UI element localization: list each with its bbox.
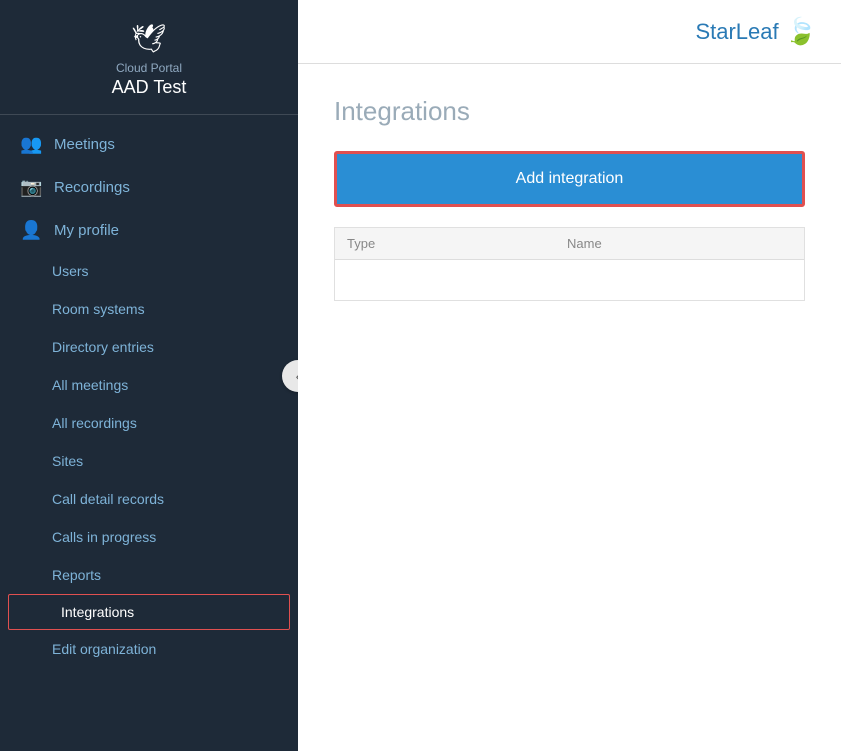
sidebar: 🕊 Cloud Portal AAD Test ‹ 👥 Meetings 📷 R… bbox=[0, 0, 298, 751]
recordings-icon: 📷 bbox=[20, 177, 42, 198]
sidebar-item-directory-entries[interactable]: Directory entries bbox=[0, 328, 298, 366]
brand-name: StarLeaf bbox=[695, 19, 778, 45]
sidebar-item-label: Edit organization bbox=[52, 641, 156, 657]
sidebar-item-calls-in-progress[interactable]: Calls in progress bbox=[0, 518, 298, 556]
sidebar-item-integrations[interactable]: Integrations bbox=[8, 594, 290, 630]
sidebar-item-label: Reports bbox=[52, 567, 101, 583]
sidebar-item-label: My profile bbox=[54, 222, 119, 239]
main-content: StarLeaf 🍃 Integrations Add integration … bbox=[298, 0, 841, 751]
sidebar-item-label: Users bbox=[52, 263, 89, 279]
table-body bbox=[335, 260, 804, 300]
sidebar-item-all-recordings[interactable]: All recordings bbox=[0, 404, 298, 442]
column-type: Type bbox=[347, 236, 567, 251]
sidebar-item-sites[interactable]: Sites bbox=[0, 442, 298, 480]
sidebar-item-reports[interactable]: Reports bbox=[0, 556, 298, 594]
sidebar-item-label: Directory entries bbox=[52, 339, 154, 355]
column-name: Name bbox=[567, 236, 792, 251]
sidebar-item-my-profile[interactable]: 👤 My profile bbox=[0, 209, 298, 252]
page-title: Integrations bbox=[334, 96, 805, 127]
sidebar-item-edit-organization[interactable]: Edit organization bbox=[0, 630, 298, 668]
top-bar: StarLeaf 🍃 bbox=[298, 0, 841, 64]
sidebar-item-label: All meetings bbox=[52, 377, 128, 393]
table-header: Type Name bbox=[335, 228, 804, 260]
leaf-icon: 🍃 bbox=[785, 16, 817, 47]
add-integration-button[interactable]: Add integration bbox=[334, 151, 805, 207]
sidebar-item-label: Calls in progress bbox=[52, 529, 156, 545]
starleaf-logo: StarLeaf 🍃 bbox=[695, 16, 817, 47]
sidebar-nav: 👥 Meetings 📷 Recordings 👤 My profile Use… bbox=[0, 115, 298, 751]
sidebar-item-label: Sites bbox=[52, 453, 83, 469]
sidebar-item-label: Room systems bbox=[52, 301, 145, 317]
profile-icon: 👤 bbox=[20, 220, 42, 241]
sidebar-item-label: Meetings bbox=[54, 136, 115, 153]
sidebar-item-recordings[interactable]: 📷 Recordings bbox=[0, 166, 298, 209]
sidebar-header: 🕊 Cloud Portal AAD Test bbox=[0, 0, 298, 115]
sidebar-item-call-detail-records[interactable]: Call detail records bbox=[0, 480, 298, 518]
sidebar-item-meetings[interactable]: 👥 Meetings bbox=[0, 123, 298, 166]
org-name: AAD Test bbox=[112, 77, 187, 98]
sidebar-item-label: Integrations bbox=[61, 604, 134, 620]
cloud-portal-label: Cloud Portal bbox=[116, 61, 182, 75]
integrations-table: Type Name bbox=[334, 227, 805, 301]
sidebar-item-room-systems[interactable]: Room systems bbox=[0, 290, 298, 328]
sidebar-item-label: All recordings bbox=[52, 415, 137, 431]
sidebar-item-label: Call detail records bbox=[52, 491, 164, 507]
logo-bird-icon: 🕊 bbox=[131, 22, 167, 55]
sidebar-item-all-meetings[interactable]: All meetings bbox=[0, 366, 298, 404]
meetings-icon: 👥 bbox=[20, 134, 42, 155]
sidebar-item-users[interactable]: Users bbox=[0, 252, 298, 290]
content-area: Integrations Add integration Type Name bbox=[298, 64, 841, 751]
sidebar-item-label: Recordings bbox=[54, 179, 130, 196]
